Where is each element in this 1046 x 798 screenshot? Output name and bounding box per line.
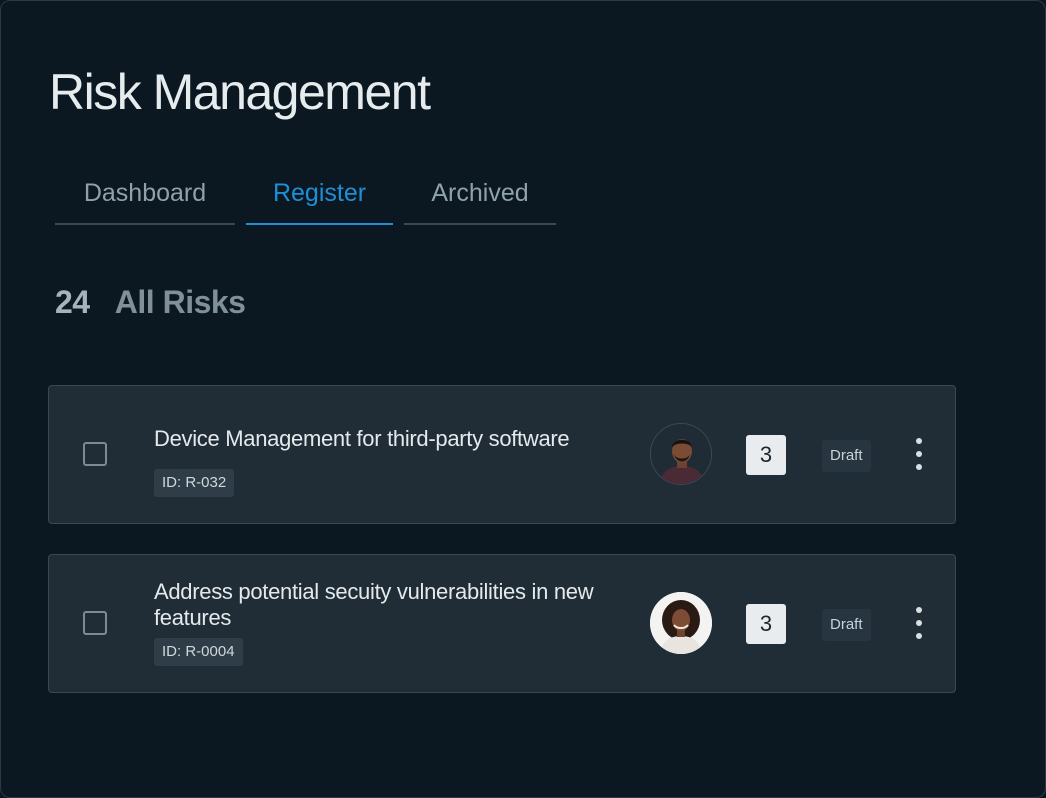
risk-count-label: All Risks bbox=[114, 284, 246, 320]
owner-avatar[interactable] bbox=[650, 592, 712, 654]
woman-avatar-icon bbox=[650, 592, 712, 654]
count-badge: 3 bbox=[746, 435, 786, 475]
owner-avatar[interactable] bbox=[650, 423, 712, 485]
more-options-icon[interactable] bbox=[907, 436, 931, 472]
risk-id-badge: ID: R-032 bbox=[154, 469, 235, 497]
page-title: Risk Management bbox=[49, 64, 431, 120]
risk-title[interactable]: Address potential secuity vulnerabilitie… bbox=[154, 579, 624, 631]
risk-title[interactable]: Device Management for third-party softwa… bbox=[154, 426, 624, 452]
risk-count: 24 bbox=[55, 284, 90, 320]
tab-archived[interactable]: Archived bbox=[404, 171, 556, 225]
tab-dashboard[interactable]: Dashboard bbox=[55, 171, 235, 225]
risk-card[interactable]: Device Management for third-party softwa… bbox=[48, 385, 956, 524]
more-options-icon[interactable] bbox=[907, 605, 931, 641]
app-window: Risk Management Dashboard Register Archi… bbox=[0, 0, 1046, 798]
status-badge: Draft bbox=[822, 440, 871, 472]
status-badge: Draft bbox=[822, 609, 871, 641]
risk-id-badge: ID: R-0004 bbox=[154, 638, 243, 666]
select-checkbox[interactable] bbox=[83, 611, 107, 635]
man-avatar-icon bbox=[651, 424, 711, 484]
risk-card[interactable]: Address potential secuity vulnerabilitie… bbox=[48, 554, 956, 693]
count-badge: 3 bbox=[746, 604, 786, 644]
tab-register[interactable]: Register bbox=[246, 171, 393, 225]
risk-summary: 24 All Risks bbox=[55, 284, 246, 321]
select-checkbox[interactable] bbox=[83, 442, 107, 466]
